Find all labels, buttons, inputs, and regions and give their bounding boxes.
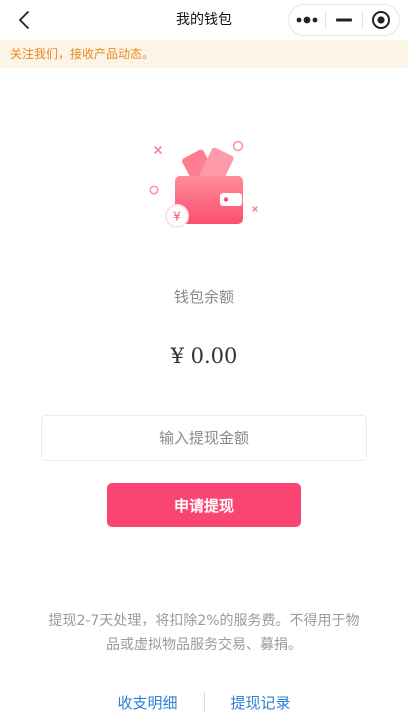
navigation-bar: 我的钱包 — [0, 0, 408, 40]
footer-links: 收支明细 提现记录 — [0, 690, 408, 714]
wallet-icon: ¥ — [149, 140, 258, 228]
apply-withdraw-button[interactable]: 申请提现 — [107, 483, 301, 527]
wallet-illustration: ¥ — [144, 136, 268, 236]
balance-amount: ¥ 0.00 — [170, 344, 238, 368]
minimize-icon — [336, 18, 352, 22]
notice-text: 关注我们，接收产品动态。 — [10, 47, 155, 61]
withdraw-amount-input[interactable] — [41, 415, 367, 461]
back-button[interactable] — [10, 6, 38, 34]
currency-badge: ¥ — [173, 210, 181, 224]
withdraw-records-link[interactable]: 提现记录 — [205, 692, 317, 713]
target-close-icon — [372, 11, 390, 29]
more-dots-icon — [296, 16, 318, 24]
withdraw-notice: 提现2-7天处理，将扣除2%的服务费。不得用于物品或虚拟物品服务交易、募捐。 — [48, 613, 360, 653]
transaction-details-link[interactable]: 收支明细 — [91, 692, 203, 713]
mini-program-capsule — [288, 4, 400, 36]
close-button[interactable] — [363, 5, 399, 35]
minimize-button[interactable] — [326, 5, 362, 35]
chevron-left-icon — [19, 11, 29, 29]
balance-label: 钱包余额 — [173, 288, 234, 306]
notice-bar[interactable]: 关注我们，接收产品动态。 — [0, 40, 408, 68]
more-menu-button[interactable] — [289, 5, 325, 35]
